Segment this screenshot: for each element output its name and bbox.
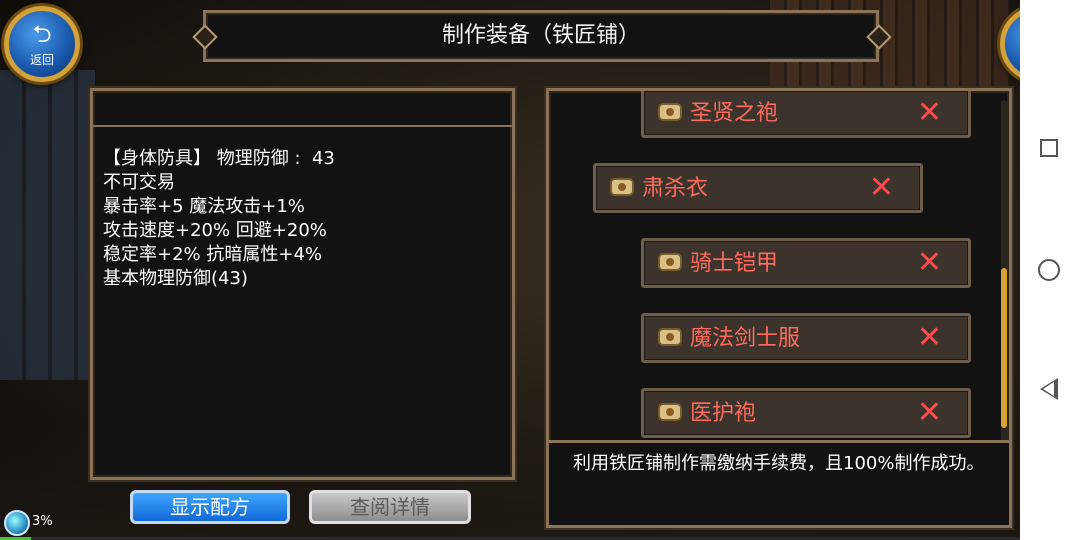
status-orb-icon xyxy=(4,510,30,536)
back-nav-icon[interactable] xyxy=(1040,378,1058,400)
item-desc-line: 稳定率+2% 抗暗属性+4% xyxy=(103,244,322,265)
view-details-button[interactable]: 查阅详情 xyxy=(309,490,471,524)
list-item-selected[interactable]: 肃杀衣 ✕ xyxy=(593,163,923,213)
recent-apps-icon[interactable] xyxy=(1040,139,1058,157)
item-desc-line: 基本物理防御(43) xyxy=(103,268,248,289)
remove-icon[interactable]: ✕ xyxy=(917,246,942,280)
back-button[interactable]: ⮌ 返回 xyxy=(4,6,80,82)
list-item[interactable]: 骑士铠甲 ✕ xyxy=(641,238,971,288)
scroll-icon xyxy=(658,103,682,121)
item-name: 圣贤之袍 xyxy=(690,101,779,126)
item-name: 骑士铠甲 xyxy=(690,251,779,276)
list-item[interactable]: 医护袍 ✕ xyxy=(641,388,971,438)
scrollbar-thumb[interactable] xyxy=(1001,268,1007,428)
status-percent: 3% xyxy=(32,514,53,529)
item-detail-header xyxy=(93,91,512,127)
back-arrow-icon: ⮌ xyxy=(32,20,52,48)
page-title: 制作装备（铁匠铺） xyxy=(441,23,640,48)
scroll-icon xyxy=(658,403,682,421)
item-desc-line: 攻击速度+20% 回避+20% xyxy=(103,220,327,241)
item-description: 【身体防具】 物理防御 : 43 不可交易 暴击率+5 魔法攻击+1% 攻击速度… xyxy=(103,147,335,291)
remove-icon[interactable]: ✕ xyxy=(869,171,894,205)
remove-icon[interactable]: ✕ xyxy=(917,96,942,130)
list-item[interactable]: 魔法剑士服 ✕ xyxy=(641,313,971,363)
background-window xyxy=(0,70,95,380)
item-desc-line: 暴击率+5 魔法攻击+1% xyxy=(103,196,305,217)
item-desc-line: 不可交易 xyxy=(103,172,175,193)
title-bar: 制作装备（铁匠铺） xyxy=(203,10,879,62)
list-item[interactable]: 圣贤之袍 ✕ xyxy=(641,91,971,138)
notice-text: 利用铁匠铺制作需缴纳手续费，且100%制作成功。 xyxy=(549,440,1009,525)
scroll-icon xyxy=(658,253,682,271)
scroll-icon xyxy=(658,328,682,346)
remove-icon[interactable]: ✕ xyxy=(917,321,942,355)
item-desc-line: 【身体防具】 物理防御 : 43 xyxy=(103,148,335,169)
item-name: 魔法剑士服 xyxy=(690,326,801,351)
item-name: 医护袍 xyxy=(690,401,757,426)
item-detail-panel: 【身体防具】 物理防御 : 43 不可交易 暴击率+5 魔法攻击+1% 攻击速度… xyxy=(90,88,515,480)
scroll-icon xyxy=(610,178,634,196)
show-recipe-button[interactable]: 显示配方 xyxy=(130,490,290,524)
home-nav-icon[interactable] xyxy=(1038,259,1060,281)
item-name: 肃杀衣 xyxy=(642,176,709,201)
remove-icon[interactable]: ✕ xyxy=(917,396,942,430)
back-button-label: 返回 xyxy=(29,53,54,67)
